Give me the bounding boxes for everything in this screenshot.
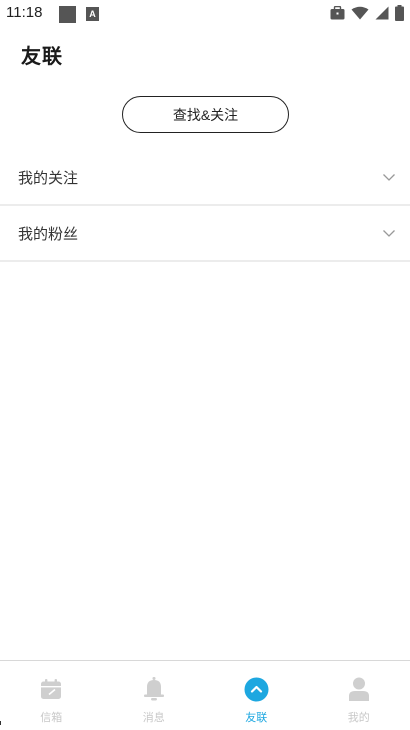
chevron-up-circle-icon: [243, 676, 269, 702]
nav-label: 信箱: [40, 711, 63, 724]
nav-label: 友联: [245, 711, 268, 724]
calendar-inbox-icon: [38, 676, 64, 702]
find-follow-label: 查找&关注: [172, 106, 239, 123]
bottom-nav: 信箱 消息 友联 我的: [0, 660, 410, 730]
square-notification-icon: [59, 6, 76, 23]
nav-label: 我的: [347, 711, 370, 724]
section-followers-label: 我的粉丝: [18, 224, 79, 243]
signal-icon: [375, 6, 389, 20]
corner-mark: [0, 721, 4, 725]
chevron-down-icon: [383, 230, 395, 237]
chevron-down-icon: [383, 174, 395, 181]
section-followers[interactable]: 我的粉丝: [0, 206, 410, 262]
wifi-icon: [351, 6, 369, 20]
find-follow-button[interactable]: 查找&关注: [122, 96, 289, 133]
nav-item-friends[interactable]: 友联: [205, 661, 308, 730]
person-icon: [346, 676, 372, 702]
briefcase-icon: [330, 6, 345, 20]
section-following-label: 我的关注: [18, 168, 79, 187]
section-following[interactable]: 我的关注: [0, 150, 410, 206]
a-notification-icon: A: [86, 7, 99, 21]
status-bar: 11:18 A: [0, 0, 410, 30]
status-icons: [330, 5, 404, 21]
nav-item-messages[interactable]: 消息: [103, 661, 206, 730]
battery-icon: [395, 5, 404, 21]
status-time: 11:18: [6, 4, 43, 21]
nav-item-me[interactable]: 我的: [308, 661, 410, 730]
nav-label: 消息: [142, 711, 165, 724]
page-title: 友联: [21, 44, 63, 68]
nav-item-inbox[interactable]: 信箱: [0, 661, 103, 730]
bell-icon: [141, 676, 167, 702]
